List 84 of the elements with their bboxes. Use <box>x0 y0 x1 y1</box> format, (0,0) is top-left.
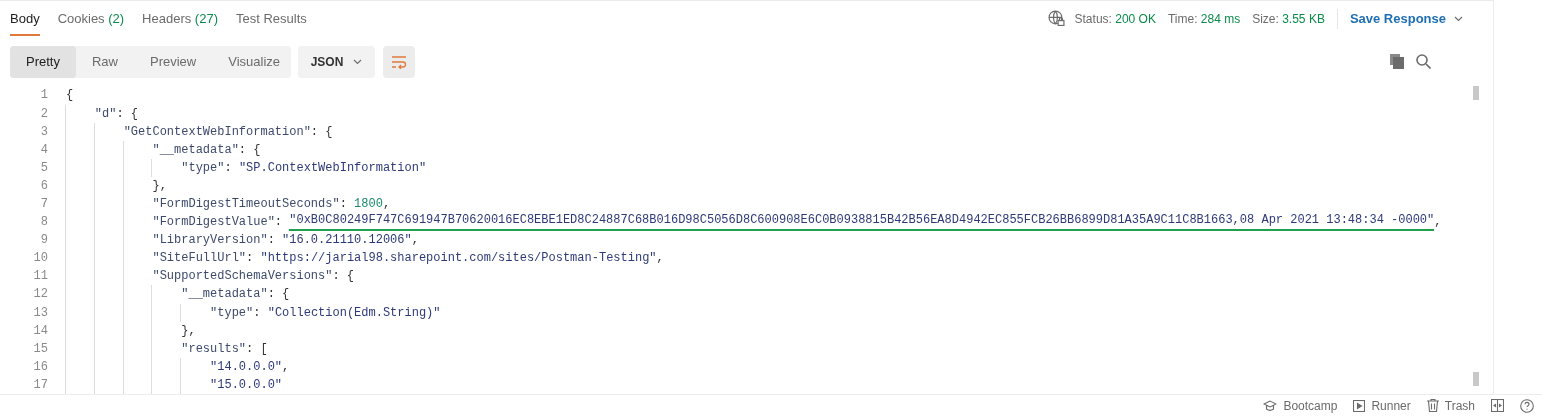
bootcamp-button[interactable]: Bootcamp <box>1263 396 1338 415</box>
code-punctuation: : <box>224 159 233 177</box>
format-dropdown[interactable]: JSON <box>298 45 375 78</box>
code-punctuation: : <box>267 232 276 250</box>
line-number: 8 <box>39 214 48 232</box>
line-number: 14 <box>32 322 48 340</box>
code-key: "results" <box>181 339 247 358</box>
code-key: "GetContextWebInformation" <box>123 122 311 141</box>
wrap-lines-icon <box>391 54 407 69</box>
code-key: "SiteFullUrl" <box>152 249 247 268</box>
response-tab[interactable]: Cookies (2) <box>57 1 125 37</box>
search-icon[interactable] <box>1416 54 1431 70</box>
response-tab[interactable]: Test Results <box>236 1 307 37</box>
code-punctuation: : { <box>238 141 261 159</box>
code-string: "0xB0C80249F747C691947B70620016EC8EBE1ED8C24887C68B016D98C5056D8C600908E6C0B0938815B42B56EA8D4942EC855FCB26BB6899D81A35A9C11C8B1663,08 Apr 2021 13:48:34 -0000" <box>289 213 1435 232</box>
line-number: 2 <box>39 105 48 123</box>
code-punctuation: }, <box>152 177 167 195</box>
trash-button[interactable]: Trash <box>1426 396 1475 415</box>
view-mode-tab[interactable]: Pretty <box>10 45 76 78</box>
help-icon[interactable] <box>1520 398 1534 413</box>
line-number: 6 <box>39 177 48 195</box>
code-punctuation: , <box>1434 214 1442 232</box>
line-number: 7 <box>39 195 48 213</box>
code-punctuation: , <box>411 232 419 250</box>
two-pane-icon[interactable] <box>1491 399 1504 412</box>
line-number: 3 <box>39 123 48 141</box>
code-punctuation: , <box>656 250 664 268</box>
code-key: "type" <box>210 303 254 322</box>
code-string: "15.0.0.0" <box>210 376 283 394</box>
chevron-down-icon <box>353 58 363 65</box>
code-punctuation: { <box>66 87 74 105</box>
line-number: 11 <box>32 268 48 286</box>
response-tab[interactable]: Headers (27) <box>142 1 218 37</box>
trash-icon <box>1426 399 1439 412</box>
code-key: "__metadata" <box>181 285 268 304</box>
code-punctuation: : { <box>310 123 333 141</box>
line-number: 12 <box>32 286 48 304</box>
view-mode-tab[interactable]: Visualize <box>212 45 297 78</box>
response-tab[interactable]: Body <box>10 1 40 37</box>
status-item: Size: 3.55 KB <box>1252 10 1325 28</box>
code-key: "type" <box>181 158 225 177</box>
code-string: "16.0.21110.12006" <box>282 232 412 250</box>
save-response-button[interactable]: Save Response <box>1349 8 1463 29</box>
code-key: "FormDigestValue" <box>152 213 275 232</box>
view-mode-tab[interactable]: Preview <box>134 45 213 78</box>
code-string: "14.0.0.0" <box>210 358 283 376</box>
line-number: 1 <box>39 87 48 105</box>
runner-button[interactable]: Runner <box>1353 396 1411 415</box>
code-key: "SupportedSchemaVersions" <box>152 267 333 286</box>
code-key: "__metadata" <box>152 140 239 159</box>
copy-icon[interactable] <box>1390 54 1404 70</box>
line-number: 9 <box>39 232 48 250</box>
line-number: 13 <box>32 304 48 322</box>
code-punctuation: : { <box>116 105 139 123</box>
code-key: "d" <box>94 104 117 123</box>
line-number: 16 <box>32 358 48 376</box>
code-punctuation: , <box>382 195 391 213</box>
code-punctuation: : { <box>267 286 290 304</box>
status-item: Status: 200 OK <box>1074 10 1156 28</box>
line-number: 4 <box>39 141 48 159</box>
code-key: "FormDigestTimeoutSeconds" <box>152 194 340 214</box>
code-number: 1800 <box>354 195 383 213</box>
status-item: Time: 284 ms <box>1167 10 1241 28</box>
code-punctuation: : <box>274 214 284 232</box>
view-mode-tab[interactable]: Raw <box>75 45 134 78</box>
globe-lock-icon[interactable] <box>1047 10 1065 28</box>
code-string: "Collection(Edm.String)" <box>267 304 441 322</box>
code-string: "SP.ContextWebInformation" <box>238 159 427 177</box>
line-number: 10 <box>32 250 48 268</box>
code-punctuation: }, <box>181 322 196 340</box>
chevron-down-icon <box>1454 15 1463 22</box>
line-number: 15 <box>32 340 48 358</box>
graduation-cap-icon <box>1263 399 1278 412</box>
code-punctuation: : <box>253 304 262 322</box>
code-punctuation: : <box>339 195 348 213</box>
code-punctuation: : <box>246 250 255 268</box>
line-number: 5 <box>39 159 48 177</box>
code-string: "https://jarial98.sharepoint.com/sites/Postman-Testing" <box>260 250 657 268</box>
code-punctuation: : { <box>332 268 355 286</box>
code-punctuation: : [ <box>246 340 268 358</box>
play-icon <box>1353 399 1366 412</box>
code-punctuation: , <box>282 358 290 376</box>
line-number: 17 <box>32 376 48 394</box>
code-key: "LibraryVersion" <box>152 231 268 250</box>
